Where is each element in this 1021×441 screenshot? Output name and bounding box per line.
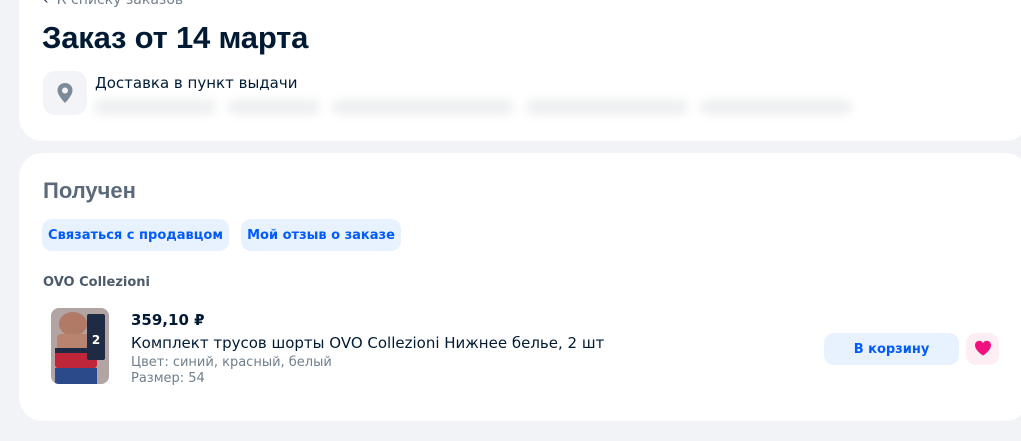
order-status: Получен [43,178,136,203]
item-price: 359,10 ₽ [131,311,205,329]
item-name[interactable]: Комплект трусов шорты OVO Collezioni Ниж… [131,334,604,352]
blurred-address [95,96,865,118]
add-to-cart-button[interactable]: В корзину [824,333,959,365]
favorite-button[interactable] [966,333,999,365]
back-to-orders-link[interactable]: ‹ К списку заказов [43,0,183,8]
seller-name[interactable]: OVO Collezioni [43,275,150,290]
item-size: Размер: 54 [131,371,205,386]
contact-seller-button[interactable]: Связаться с продавцом [42,219,229,251]
heart-icon [974,340,992,359]
item-color: Цвет: синий, красный, белый [131,355,332,370]
delivery-type: Доставка в пункт выдачи [95,74,298,92]
location-pin-icon [43,71,87,115]
my-review-button[interactable]: Мой отзыв о заказе [241,219,401,251]
chevron-left-icon: ‹ [43,0,49,8]
back-link-label: К списку заказов [56,0,184,8]
page-title: Заказ от 14 марта [42,20,309,55]
svg-text:2: 2 [92,333,100,347]
product-image[interactable]: 2 [51,308,109,384]
